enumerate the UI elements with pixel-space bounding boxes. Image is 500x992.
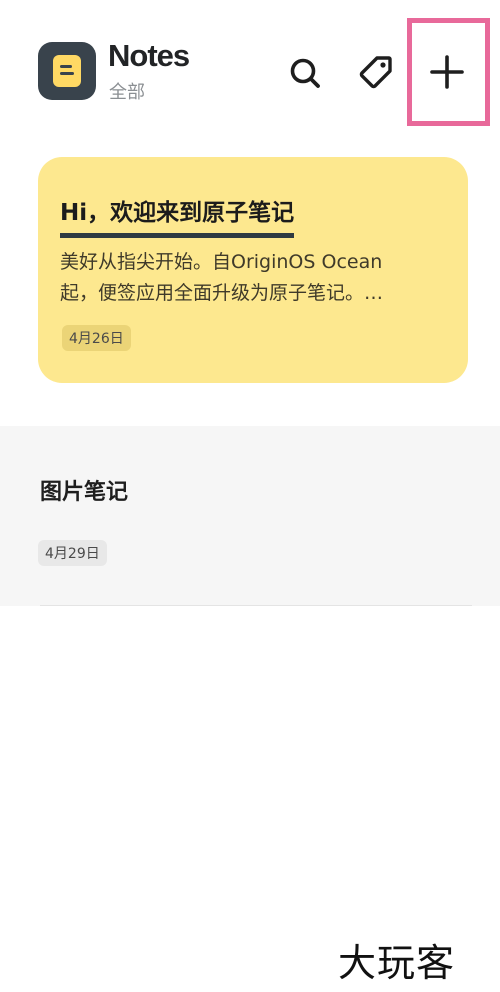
- note-preview-line: 美好从指尖开始。自OriginOS Ocean: [60, 251, 383, 273]
- note-title-underline: Hi，欢迎来到原子笔记: [60, 193, 295, 238]
- tag-icon: [359, 56, 392, 89]
- note-title: 图片笔记: [40, 480, 129, 505]
- note-card-welcome[interactable]: Hi，欢迎来到原子笔记 美好从指尖开始。自OriginOS Ocean 起，便签…: [38, 157, 468, 383]
- note-title: Hi，欢迎来到原子笔记: [60, 200, 295, 226]
- app-title: Notes: [108, 38, 190, 73]
- note-preview: 美好从指尖开始。自OriginOS Ocean 起，便签应用全面升级为原子笔记。…: [60, 247, 452, 309]
- search-icon: [290, 58, 320, 88]
- notes-app-icon: [38, 42, 96, 100]
- note-date: 4月29日: [38, 540, 107, 566]
- folder-label[interactable]: 全部: [109, 78, 145, 104]
- notes-app-screen: Notes 全部 Hi，欢迎来到原子笔记 美好从指尖开始。自OriginOS O…: [0, 0, 500, 992]
- search-button[interactable]: [282, 50, 328, 96]
- note-card-image-notes[interactable]: 图片笔记 4月29日: [0, 426, 500, 606]
- plus-icon: [430, 55, 464, 89]
- note-date: 4月26日: [62, 325, 131, 351]
- watermark-logo: 大玩客: [338, 941, 456, 985]
- note-preview-line: 起，便签应用全面升级为原子笔记。…: [60, 282, 384, 304]
- tag-button[interactable]: [352, 48, 400, 96]
- add-note-button[interactable]: [418, 46, 476, 98]
- app-header: Notes 全部: [0, 0, 500, 140]
- list-divider: [40, 605, 472, 606]
